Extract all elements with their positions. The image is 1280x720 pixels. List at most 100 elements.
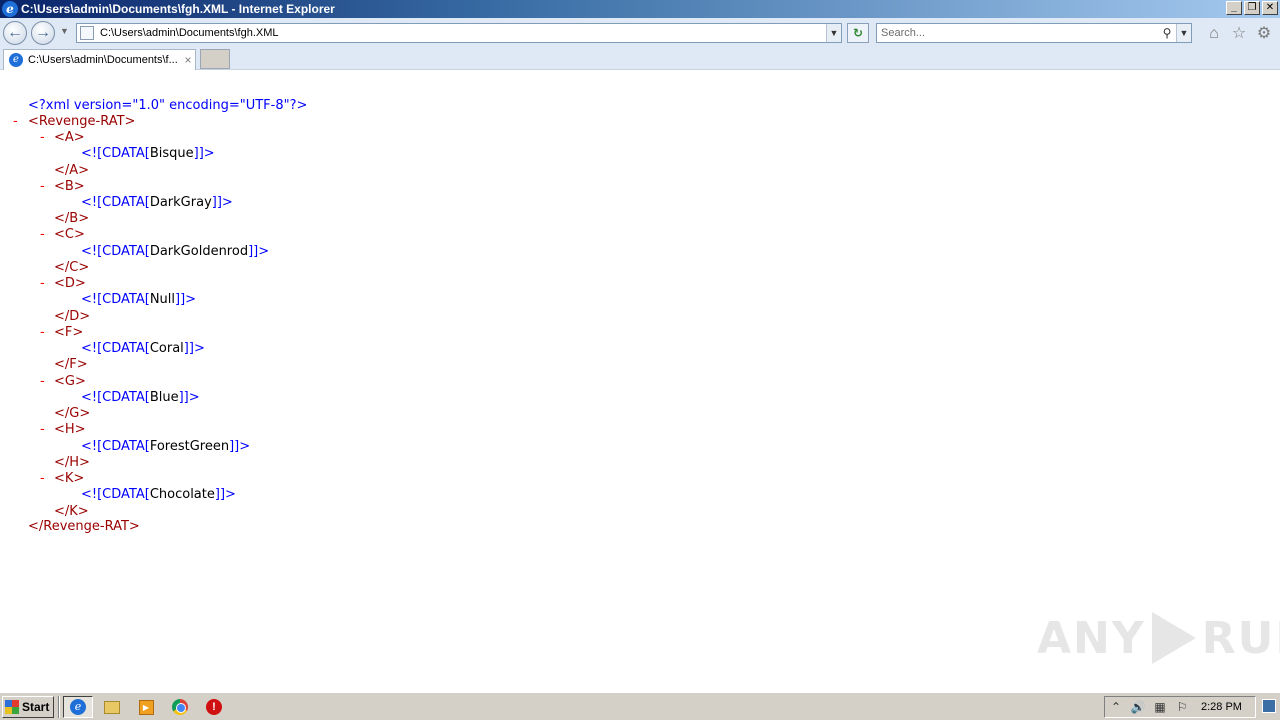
close-tag-text: </B> <box>54 211 90 227</box>
chrome-icon <box>172 699 188 715</box>
search-icon[interactable]: ⚲ <box>1158 26 1176 40</box>
back-button[interactable]: ← <box>3 21 27 45</box>
cdata-close: ]]> <box>214 487 236 503</box>
watermark-right-text: RUN <box>1201 612 1280 664</box>
taskbar-antivirus[interactable]: ! <box>199 696 229 718</box>
cdata-value: Null <box>149 292 176 308</box>
cdata-line: <![CDATA[Null]]> <box>81 292 196 308</box>
root-collapse-toggle[interactable]: - <box>13 114 18 129</box>
element-collapse-toggle[interactable]: - <box>40 422 45 437</box>
cdata-value: DarkGray <box>149 195 212 210</box>
settings-icon[interactable]: ⚙ <box>1255 25 1273 43</box>
taskbar-chrome[interactable] <box>165 696 195 718</box>
restore-button[interactable]: ❐ <box>1244 1 1260 15</box>
open-tag-text: <A> <box>54 130 85 145</box>
tab-bar: e C:\Users\admin\Documents\f... × <box>0 48 1280 70</box>
cdata-line: <![CDATA[DarkGoldenrod]]> <box>81 244 269 260</box>
cdata-open: <![CDATA[ <box>81 195 150 210</box>
tab-close-icon[interactable]: × <box>181 53 195 67</box>
search-input[interactable]: Search... <box>877 27 1158 39</box>
element-close-tag: </H> <box>54 455 90 471</box>
cdata-line: <![CDATA[Bisque]]> <box>81 146 215 162</box>
folder-icon <box>104 700 120 714</box>
search-dropdown-icon[interactable]: ▼ <box>1176 24 1191 42</box>
cdata-open: <![CDATA[ <box>81 389 150 405</box>
element-open-tag: <K> <box>54 471 84 487</box>
root-close-tag-text: </Revenge-RAT> <box>28 519 140 534</box>
cdata-close: ]]> <box>229 438 251 454</box>
close-tag-text: </C> <box>54 260 90 275</box>
element-close-tag: </K> <box>54 504 89 520</box>
cdata-open: <![CDATA[ <box>81 292 150 308</box>
cdata-open: <![CDATA[ <box>81 243 150 259</box>
refresh-button[interactable]: ↻ <box>847 23 869 43</box>
close-tag-text: </D> <box>54 308 91 324</box>
taskbar-separator <box>58 696 60 718</box>
title-bar: e C:\Users\admin\Documents\fgh.XML - Int… <box>0 0 1280 18</box>
open-tag-text: <B> <box>54 178 85 194</box>
minimize-button[interactable]: _ <box>1226 1 1242 15</box>
element-collapse-toggle[interactable]: - <box>40 227 45 242</box>
cdata-close: ]]> <box>193 146 215 162</box>
navigation-bar: ← → ▼ C:\Users\admin\Documents\fgh.XML ▼… <box>0 18 1280 48</box>
show-hidden-icons-icon[interactable]: ⌃ <box>1105 700 1127 714</box>
element-close-tag: </C> <box>54 260 89 276</box>
clock[interactable]: 2:28 PM <box>1201 701 1242 713</box>
show-desktop-button[interactable] <box>1262 699 1276 713</box>
cdata-value: ForestGreen <box>149 438 230 454</box>
element-collapse-toggle[interactable]: - <box>40 374 45 389</box>
home-icon[interactable]: ⌂ <box>1205 25 1223 43</box>
root-open-tag-text: <Revenge-RAT> <box>28 114 136 129</box>
address-dropdown-icon[interactable]: ▼ <box>826 24 841 42</box>
cdata-close: ]]> <box>178 389 200 405</box>
cdata-close: ]]> <box>211 195 233 210</box>
internet-explorer-icon: e <box>9 53 23 67</box>
taskbar-internet-explorer[interactable]: e <box>63 696 93 718</box>
element-collapse-toggle[interactable]: - <box>40 179 45 194</box>
taskbar-media-player[interactable]: ▶ <box>131 696 161 718</box>
open-tag-text: <D> <box>54 276 86 292</box>
element-collapse-toggle[interactable]: - <box>40 325 45 340</box>
element-collapse-toggle[interactable]: - <box>40 471 45 486</box>
play-icon <box>1151 612 1196 664</box>
recent-pages-dropdown-icon[interactable]: ▼ <box>60 26 69 36</box>
element-open-tag: <G> <box>54 374 86 390</box>
cdata-close: ]]> <box>248 243 270 259</box>
window-title: C:\Users\admin\Documents\fgh.XML - Inter… <box>21 2 335 16</box>
element-close-tag: </A> <box>54 163 89 179</box>
element-close-tag: </G> <box>54 406 90 422</box>
element-open-tag: <A> <box>54 130 85 146</box>
cdata-value: Chocolate <box>149 487 215 503</box>
cdata-line: <![CDATA[Coral]]> <box>81 341 205 357</box>
close-button[interactable]: ✕ <box>1262 1 1278 15</box>
taskbar-explorer[interactable] <box>97 696 127 718</box>
forward-button[interactable]: → <box>31 21 55 45</box>
start-button[interactable]: Start <box>2 696 54 718</box>
element-open-tag: <F> <box>54 325 83 341</box>
new-tab-button[interactable] <box>200 49 230 69</box>
element-open-tag: <D> <box>54 276 86 292</box>
favorites-icon[interactable]: ☆ <box>1230 25 1248 43</box>
stop-icon: ! <box>206 699 222 715</box>
system-tray: ⌃ 🔊 ▦ ⚐ 2:28 PM <box>1104 696 1256 718</box>
root-open-tag: <Revenge-RAT> <box>28 114 135 130</box>
action-center-flag-icon[interactable]: ⚐ <box>1171 700 1193 714</box>
cdata-open: <![CDATA[ <box>81 438 150 454</box>
tab-fgh-xml[interactable]: e C:\Users\admin\Documents\f... × <box>3 49 196 70</box>
windows-logo-icon <box>5 700 19 714</box>
xml-declaration: <?xml version="1.0" encoding="UTF-8"?> <box>28 98 308 113</box>
cdata-open: <![CDATA[ <box>81 146 150 162</box>
root-close-tag: </Revenge-RAT> <box>28 519 140 535</box>
element-collapse-toggle[interactable]: - <box>40 276 45 291</box>
cdata-line: <![CDATA[DarkGray]]> <box>81 195 233 211</box>
speaker-icon[interactable]: 🔊 <box>1127 700 1149 714</box>
address-bar[interactable]: C:\Users\admin\Documents\fgh.XML ▼ <box>76 23 842 43</box>
element-collapse-toggle[interactable]: - <box>40 130 45 145</box>
address-input[interactable]: C:\Users\admin\Documents\fgh.XML <box>100 27 826 39</box>
element-open-tag: <C> <box>54 227 85 243</box>
media-player-icon: ▶ <box>138 699 154 715</box>
search-box[interactable]: Search... ⚲ ▼ <box>876 23 1192 43</box>
network-icon[interactable]: ▦ <box>1149 700 1171 714</box>
close-tag-text: </F> <box>54 357 88 373</box>
internet-explorer-icon: e <box>70 699 86 715</box>
